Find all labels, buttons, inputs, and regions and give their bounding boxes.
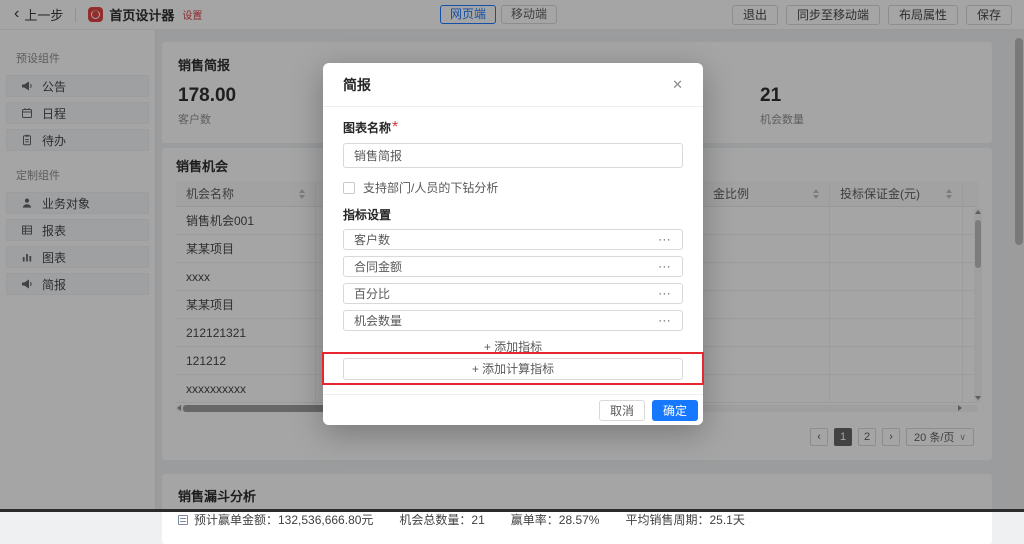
chart-name-input[interactable] [343, 143, 683, 168]
close-icon[interactable]: ✕ [672, 77, 683, 93]
confirm-button[interactable]: 确定 [652, 400, 698, 421]
annotation-highlight-box: + 添加计算指标 [322, 352, 704, 385]
checkbox-icon[interactable] [343, 182, 355, 194]
add-calculated-indicator-button[interactable]: + 添加计算指标 [343, 358, 683, 380]
drilldown-checkbox-row[interactable]: 支持部门/人员的下钻分析 [343, 179, 683, 196]
summary-stat: 平均销售周期：25.1天 [625, 511, 744, 528]
dialog-header: 简报 ✕ [323, 63, 703, 107]
more-icon[interactable]: ⋯ [658, 314, 672, 327]
funnel-summary: 预计赢单金额：132,536,666.80元 机会总数量：21 赢单率：28.5… [178, 511, 976, 528]
chart-name-label-row: 图表名称* [343, 119, 683, 137]
checkbox-label: 支持部门/人员的下钻分析 [363, 179, 498, 196]
summary-stat: 赢单率：28.57% [511, 511, 600, 528]
dialog-body: 图表名称* 支持部门/人员的下钻分析 指标设置 客户数 ⋯ 合同金额 ⋯ 百分比… [323, 107, 703, 355]
more-icon[interactable]: ⋯ [658, 287, 672, 300]
required-mark: * [392, 119, 398, 136]
indicator-settings-label: 指标设置 [343, 208, 683, 223]
dialog-title: 简报 [343, 75, 371, 95]
chart-name-label: 图表名称 [343, 121, 391, 135]
summary-stat: 机会总数量：21 [399, 511, 484, 528]
brief-settings-dialog: 简报 ✕ 图表名称* 支持部门/人员的下钻分析 指标设置 客户数 ⋯ 合同金额 … [323, 63, 703, 425]
more-icon[interactable]: ⋯ [658, 233, 672, 246]
indicator-item-customer-count[interactable]: 客户数 ⋯ [343, 229, 683, 250]
more-icon[interactable]: ⋯ [658, 260, 672, 273]
cancel-button[interactable]: 取消 [599, 400, 645, 421]
indicator-item-contract-amount[interactable]: 合同金额 ⋯ [343, 256, 683, 277]
indicator-item-percentage[interactable]: 百分比 ⋯ [343, 283, 683, 304]
summary-icon [178, 515, 188, 525]
dialog-footer: 取消 确定 [323, 394, 703, 425]
indicator-item-opportunity-count[interactable]: 机会数量 ⋯ [343, 310, 683, 331]
summary-stat: 预计赢单金额：132,536,666.80元 [194, 511, 373, 528]
